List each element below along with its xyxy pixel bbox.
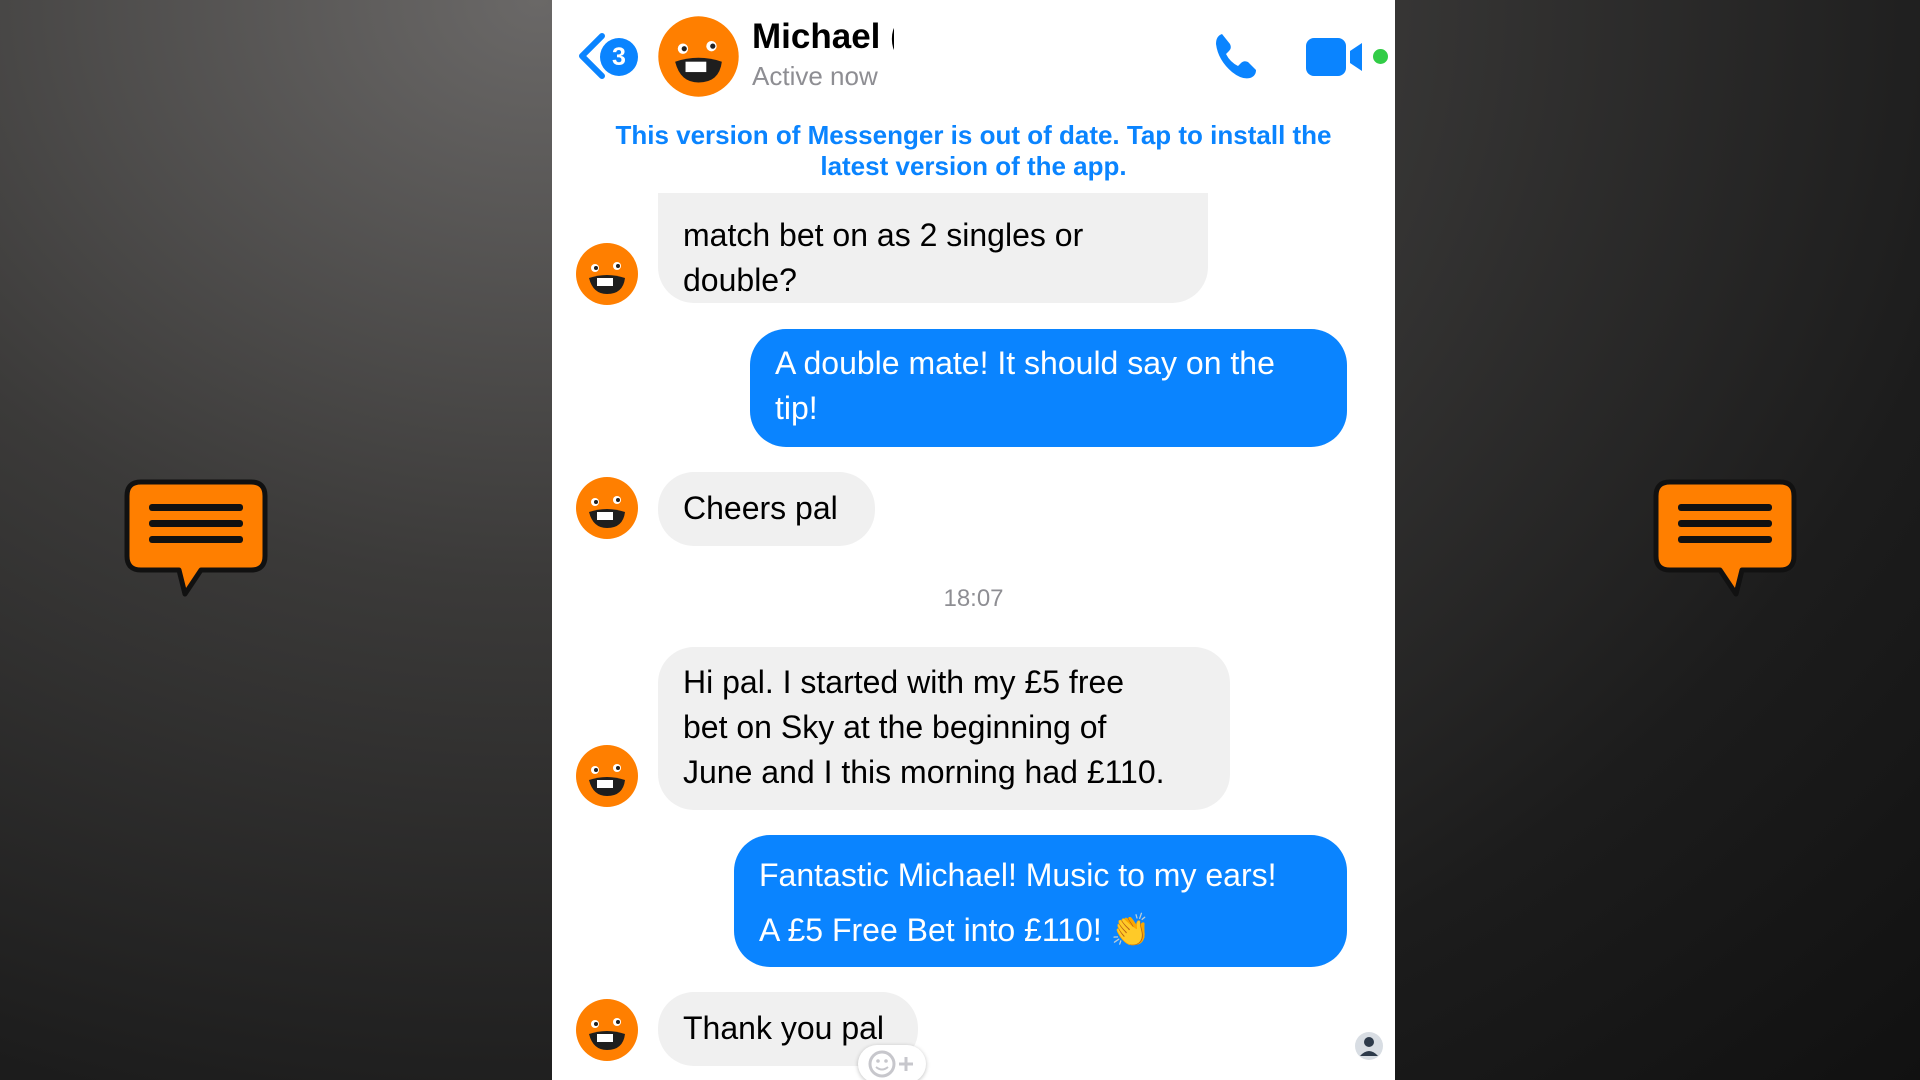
contact-avatar (576, 999, 638, 1061)
seen-receipt-avatar (1355, 1032, 1383, 1060)
message-bubble[interactable]: Fantastic Michael! Music to my ears! A £… (734, 835, 1347, 967)
chat-header: 3 Michael ( Active now (552, 0, 1395, 108)
contact-avatar (576, 243, 638, 305)
add-reaction-icon[interactable] (858, 1045, 926, 1080)
message-timestamp: 18:07 (943, 585, 1004, 612)
unread-count-badge: 3 (600, 38, 638, 76)
contact-name[interactable]: Michael ( (752, 17, 902, 57)
chat-bubble-icon (1653, 479, 1797, 597)
message-bubble[interactable]: Cheers pal (658, 472, 875, 546)
online-indicator (1373, 49, 1388, 64)
contact-avatar (576, 745, 638, 807)
redaction-box (894, 15, 1006, 63)
update-banner[interactable]: This version of Messenger is out of date… (582, 120, 1365, 182)
message-bubble[interactable]: A double mate! It should say on the tip! (750, 329, 1347, 447)
message-thread[interactable]: match bet on as 2 singles or double? A d… (552, 193, 1395, 1080)
message-bubble[interactable]: Hi pal. I started with my £5 free bet on… (658, 647, 1230, 810)
video-camera-icon[interactable] (1306, 38, 1364, 76)
messenger-screen: 3 Michael ( Active now This version of M… (552, 0, 1395, 1080)
contact-avatar (576, 477, 638, 539)
message-bubble[interactable]: match bet on as 2 singles or double? (658, 193, 1208, 303)
phone-icon[interactable] (1210, 30, 1262, 82)
contact-status: Active now (752, 61, 878, 91)
contact-avatar[interactable] (657, 15, 740, 98)
chat-bubble-icon (124, 479, 268, 597)
